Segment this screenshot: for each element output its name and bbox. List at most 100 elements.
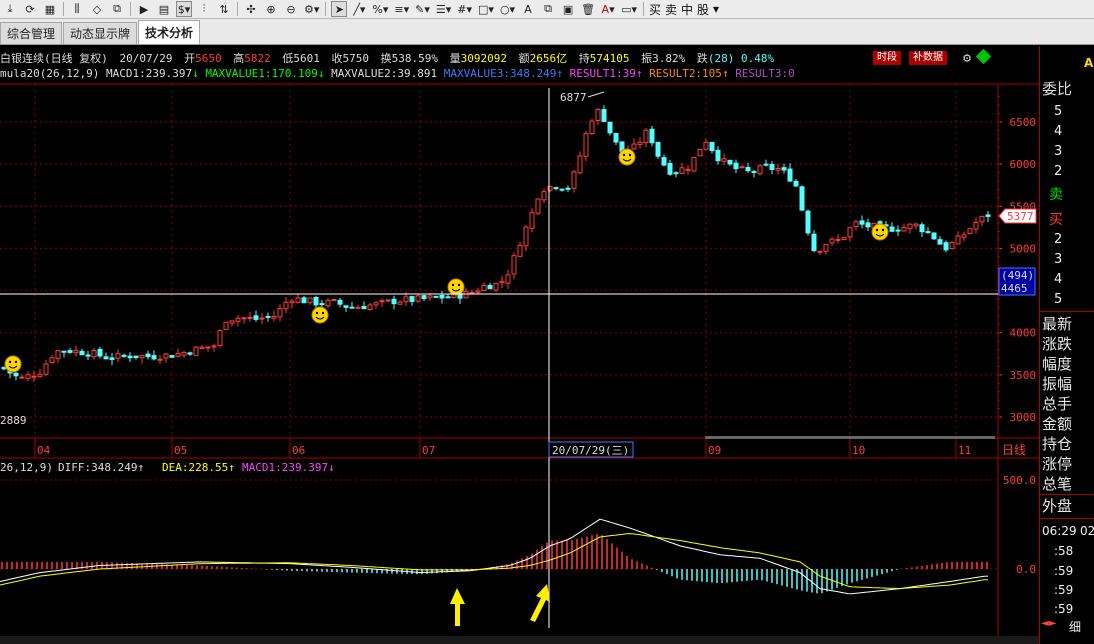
smiley-eye — [875, 228, 879, 232]
candle-body — [853, 221, 859, 227]
candle-body — [301, 297, 307, 304]
candle-body — [85, 354, 91, 357]
candle-body — [133, 355, 139, 358]
candle-body — [367, 304, 373, 310]
month-label: 04 — [37, 444, 51, 457]
macd-dea: DEA:228.55↑ — [162, 461, 235, 474]
candle-body — [697, 148, 703, 157]
candle-body — [241, 317, 247, 320]
month-label: 06 — [292, 444, 305, 457]
field-amount: 金额 — [1042, 415, 1073, 433]
candle-body — [325, 299, 331, 307]
candle-body — [553, 187, 559, 190]
smiley-face — [871, 223, 889, 241]
candle-body — [703, 141, 709, 150]
candle-body — [187, 352, 193, 355]
cursor-price-label: 4465 — [1001, 282, 1028, 295]
candle-body — [121, 354, 127, 357]
candle-body — [691, 156, 697, 172]
candle-body — [529, 211, 535, 229]
candle-body — [829, 238, 835, 244]
candle-body — [235, 317, 241, 322]
candle-body — [259, 317, 265, 320]
candle-body — [637, 141, 643, 145]
signal-markers — [4, 148, 889, 373]
field-volume: 总手 — [1042, 395, 1073, 413]
candle-body — [739, 166, 745, 169]
candle-body — [967, 228, 973, 234]
candle-body — [613, 132, 619, 143]
candle-body — [91, 350, 97, 358]
macd-value: MACD1:239.397↓ — [242, 461, 335, 474]
buy-label: 买 — [1049, 212, 1063, 228]
smiley-signal-icon — [4, 355, 22, 373]
candle-body — [247, 316, 253, 319]
candle-body — [577, 155, 583, 174]
scroll-left-icon[interactable]: ◄► — [1041, 618, 1056, 629]
price-tick-label: 3500 — [1010, 369, 1037, 382]
bid-level-3: 3 — [1054, 252, 1063, 267]
candle-body — [571, 171, 577, 189]
candle-body — [925, 231, 931, 234]
tick-time: :59 — [1054, 564, 1074, 578]
candle-body — [895, 229, 901, 232]
candle-body — [469, 291, 475, 294]
candle-body — [847, 227, 853, 238]
horizontal-scrollbar[interactable] — [0, 636, 1039, 644]
price-grid: 6500600055005000450040003500300004050607… — [0, 83, 1039, 636]
bid-level-5: 5 — [1054, 292, 1063, 307]
candle-body — [769, 163, 775, 170]
candle-body — [103, 356, 109, 360]
candle-body — [949, 242, 955, 250]
candle-body — [427, 295, 433, 299]
candle-body — [409, 296, 415, 302]
candle-body — [817, 250, 823, 253]
candle-body — [715, 149, 721, 162]
candle-body — [493, 282, 499, 291]
candle-body — [919, 224, 925, 233]
price-tick-label: 6500 — [1010, 116, 1037, 129]
candle-body — [781, 167, 787, 171]
up-arrow-icon — [450, 588, 465, 626]
candle-body — [67, 350, 73, 353]
month-label: 07 — [422, 444, 435, 457]
candle-body — [307, 297, 313, 304]
tick-time: :59 — [1054, 602, 1074, 616]
candle-body — [313, 297, 319, 306]
candle-body — [865, 222, 871, 228]
candle-body — [505, 274, 511, 284]
price-tick-label: 6000 — [1010, 158, 1037, 171]
candle-body — [19, 376, 25, 379]
candle-body — [361, 305, 367, 310]
candle-body — [199, 346, 205, 350]
candle-body — [583, 133, 589, 157]
smiley-face — [447, 278, 465, 296]
candle-body — [835, 238, 841, 241]
candle-body — [283, 301, 289, 310]
ask-level-4: 4 — [1054, 124, 1063, 139]
panel-divider — [1040, 494, 1094, 495]
candle-body — [751, 171, 757, 174]
tick-time-suffix: 02 — [1080, 524, 1094, 538]
smiley-eye — [321, 311, 325, 315]
candle-body — [979, 215, 985, 223]
candle-body — [175, 353, 181, 357]
candle-body — [523, 226, 529, 247]
smiley-eye — [14, 360, 18, 364]
candle-body — [403, 296, 409, 303]
smiley-signal-icon — [447, 278, 465, 296]
detail-button[interactable]: 细 — [1069, 618, 1081, 635]
candle-body — [445, 296, 451, 299]
month-label: 10 — [852, 444, 865, 457]
candle-body — [499, 280, 505, 284]
field-limit-up: 涨停 — [1042, 455, 1073, 473]
last-price-label: 5377 — [1007, 210, 1034, 223]
peak-price-label: 6877 — [560, 91, 587, 104]
candle-body — [337, 299, 343, 305]
candle-body — [601, 109, 607, 122]
panel-divider — [1040, 311, 1094, 312]
candle-body — [97, 348, 103, 357]
smiley-eye — [457, 283, 461, 287]
low-price-label: 2889 — [0, 414, 27, 427]
price-chart[interactable]: 6500600055005000450040003500300004050607… — [0, 0, 1039, 644]
